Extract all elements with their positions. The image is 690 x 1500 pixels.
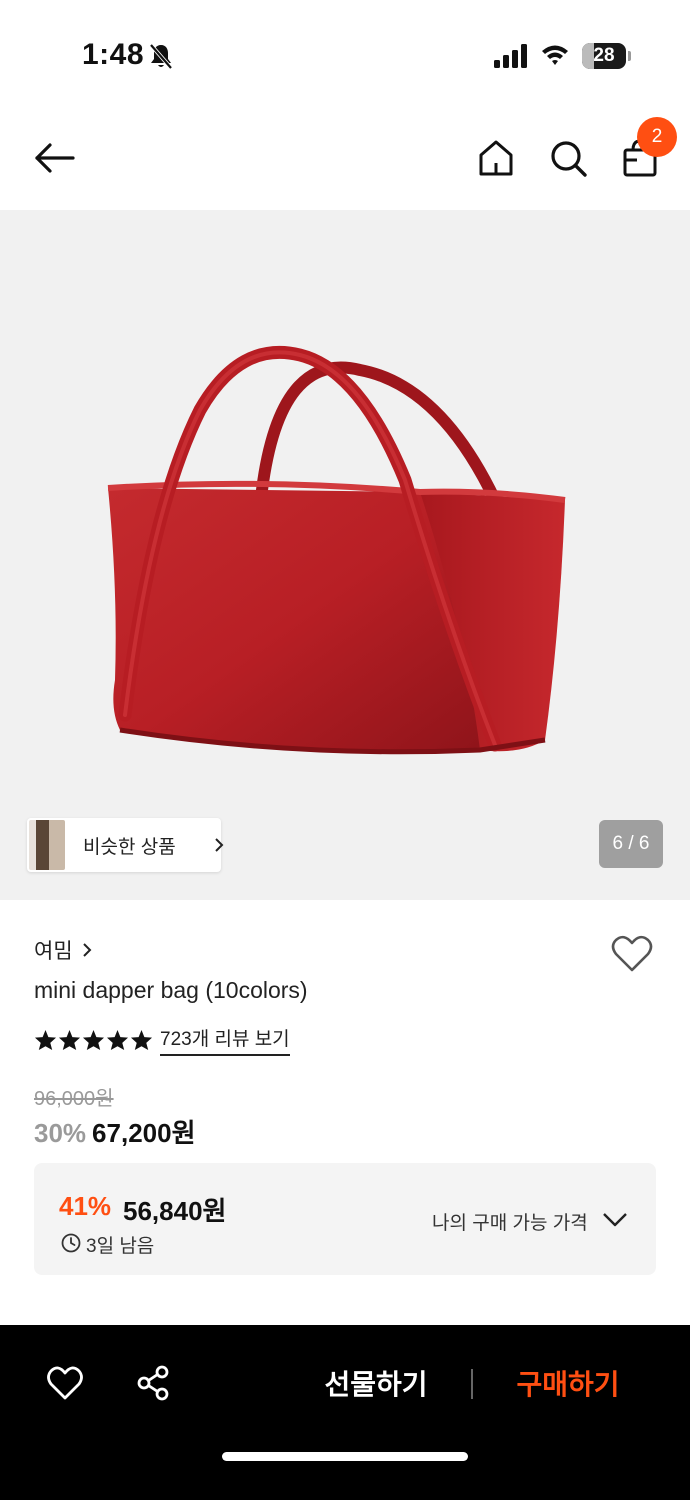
share-icon[interactable] [135, 1365, 171, 1401]
clock-icon [61, 1233, 81, 1253]
rating-row: 723개 리뷰 보기 [34, 1024, 290, 1056]
original-price: 96,000원 [34, 1088, 114, 1110]
product-image-gallery[interactable]: 비슷한 상품 6 / 6 [0, 210, 690, 900]
divider [471, 1369, 473, 1399]
star-icon [106, 1029, 129, 1051]
discount-rate: 30% [34, 1118, 87, 1148]
similar-products-button[interactable]: 비슷한 상품 [27, 818, 224, 872]
similar-products-label: 비슷한 상품 [83, 837, 176, 858]
product-title: mini dapper bag (10colors) [34, 977, 308, 1003]
heart-icon[interactable] [46, 1365, 84, 1401]
bottom-action-bar: 선물하기 구매하기 [0, 1325, 690, 1500]
product-photo [107, 345, 566, 755]
star-icon [58, 1029, 81, 1051]
similar-product-thumbnail [29, 820, 65, 870]
home-icon[interactable] [474, 136, 518, 180]
sale-price: 67,200원 [92, 1118, 196, 1148]
buy-button[interactable]: 구매하기 [498, 1363, 638, 1407]
coupon-discount-rate: 41% [59, 1191, 112, 1221]
top-nav [0, 100, 690, 210]
view-reviews-link[interactable]: 723개 리뷰 보기 [160, 1024, 290, 1056]
chevron-right-icon [82, 943, 92, 957]
wishlist-heart-icon[interactable] [610, 934, 654, 974]
chevron-right-icon [215, 838, 224, 852]
battery-level: 28 [593, 45, 615, 66]
status-time: 1:48 [82, 38, 145, 71]
bell-off-icon [149, 43, 173, 70]
brand-name: 여밈 [34, 940, 73, 963]
wifi-icon [542, 45, 568, 65]
price-row: 30% 67,200원 [34, 1113, 196, 1150]
back-arrow-icon[interactable] [33, 136, 77, 180]
battery-icon: 28 [582, 43, 631, 69]
star-icon [130, 1029, 153, 1051]
image-page-counter: 6 / 6 [599, 820, 663, 868]
signal-icon [494, 44, 527, 68]
my-price-panel[interactable]: 41% 56,840원 3일 남음 나의 구매 가능 가격 [34, 1163, 656, 1275]
chevron-down-icon [603, 1213, 627, 1227]
rating-stars [34, 1029, 154, 1051]
status-bar: 1:48 28 [0, 0, 690, 100]
time-remaining: 3일 남음 [86, 1236, 155, 1257]
search-icon[interactable] [546, 136, 590, 180]
star-icon [82, 1029, 105, 1051]
brand-link[interactable]: 여밈 [34, 935, 93, 965]
home-indicator [222, 1452, 468, 1461]
gift-button[interactable]: 선물하기 [306, 1363, 446, 1407]
coupon-price: 56,840원 [123, 1196, 227, 1226]
cart-count-badge: 2 [637, 117, 677, 157]
my-price-label: 나의 구매 가능 가격 [432, 1213, 588, 1234]
star-icon [34, 1029, 57, 1051]
